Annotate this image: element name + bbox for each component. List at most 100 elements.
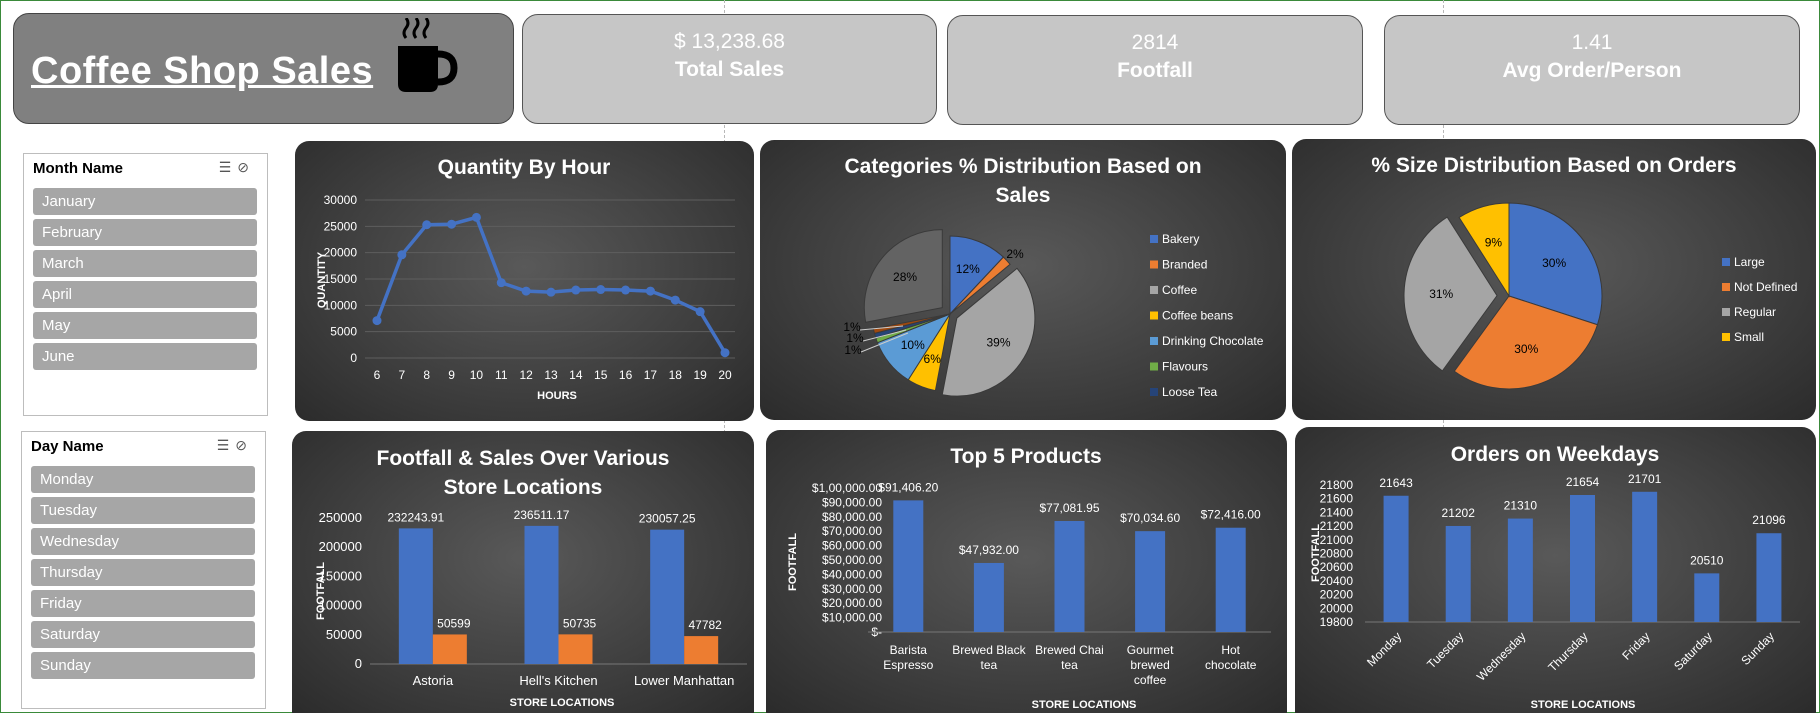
slicer-item-wednesday[interactable]: Wednesday [31,528,255,555]
x-tick-label: 12 [519,368,533,382]
data-point [422,220,432,230]
x-axis-label: STORE LOCATIONS [510,697,615,709]
month-slicer: Month Name ☰⊘ January February March Apr… [23,153,268,416]
x-tick-label: 10 [470,368,484,382]
data-label: 50735 [563,616,597,630]
clear-filter-icon[interactable]: ⊘ [235,437,253,453]
data-label: 2% [1006,247,1024,261]
y-tick-label: 20600 [1320,560,1354,574]
quantity-by-hour-chart: Quantity By Hour 0 5000 10000 15000 20000 2500… [295,141,754,421]
slicer-item-monday[interactable]: Monday [31,466,255,493]
series-line [375,215,727,354]
legend-swatch [1150,388,1158,396]
legend-swatch [1150,337,1158,345]
x-tick-label: 13 [544,368,558,382]
x-tick-label: Tuesday [1424,629,1466,671]
y-tick-label: $50,000.00 [822,553,882,567]
x-tick-label: Saturday [1671,629,1715,673]
y-axis-label: FOOTFALL [315,562,327,620]
y-tick-label: 20000 [1320,601,1354,615]
bar [973,562,1004,632]
slicer-item-friday[interactable]: Friday [31,590,255,617]
y-tick-label: 21600 [1320,492,1354,506]
data-label: 21701 [1628,472,1662,486]
weekday-orders-svg: Orders on Weekdays1980020000202002040020… [1310,443,1800,711]
page-title: Coffee Shop Sales [31,50,374,92]
y-tick-label: $70,000.00 [822,524,882,538]
x-tick-label: Brewed Black [952,643,1026,657]
slicer-item-saturday[interactable]: Saturday [31,621,255,648]
legend-label: Small [1734,330,1764,344]
store-locations-svg: Footfall & Sales Over Various Store Locat… [315,447,747,709]
data-label: 6% [924,352,942,366]
legend-swatch [1150,235,1158,243]
slicer-item-thursday[interactable]: Thursday [31,559,255,586]
x-tick-label: brewed [1130,658,1169,672]
y-tick-label: 19800 [1320,615,1354,629]
y-tick-label: $80,000.00 [822,510,882,524]
bar [1632,491,1658,622]
size-distribution-svg: % Size Distribution Based on Orders 30% 30… [1371,154,1797,390]
data-point [596,285,606,295]
data-label: $70,034.60 [1120,511,1180,525]
y-tick-label: 21200 [1320,519,1354,533]
kpi-value: 1.41 [1571,31,1613,54]
store-locations-chart: Footfall & Sales Over Various Store Locat… [292,431,754,713]
slicer-item-tuesday[interactable]: Tuesday [31,497,255,524]
chart-title: Quantity By Hour [438,156,611,179]
data-point [447,219,457,229]
multi-select-icon[interactable]: ☰ [217,437,236,453]
y-axis-label: FOOTFALL [1310,524,1322,582]
legend-label: Bakery [1162,232,1199,246]
bar [1507,518,1533,622]
legend-swatch [1722,258,1730,266]
y-tick-label: 20400 [1320,574,1354,588]
data-label: 10% [901,338,925,352]
y-tick-label: 200000 [319,539,362,554]
legend-swatch [1150,362,1158,371]
y-tick-label: 5000 [330,325,357,339]
legend-label: Regular [1734,305,1776,319]
y-tick-label: 0 [355,656,362,671]
kpi-label: Footfall [1117,59,1193,82]
y-axis-label: FOOTFALL [787,533,799,591]
slicer-item-may[interactable]: May [33,312,257,339]
y-tick-label: $30,000.00 [822,582,882,596]
size-distribution-chart: % Size Distribution Based on Orders 30% 30… [1292,139,1816,420]
quantity-by-hour-svg: Quantity By Hour 0 5000 10000 15000 20000 2500… [316,156,735,402]
legend-label: Coffee [1162,283,1197,297]
y-tick-label: 250000 [319,510,362,525]
kpi-value: 2814 [1131,31,1179,54]
slicer-item-march[interactable]: March [33,250,257,277]
title-card: Coffee Shop Sales [13,13,514,124]
slicer-item-sunday[interactable]: Sunday [31,652,255,679]
data-point [546,287,556,297]
x-tick-label: 6 [374,368,381,382]
x-tick-label: Astoria [413,673,454,688]
chart-title: Orders on Weekdays [1451,443,1660,466]
x-tick-label: 14 [569,368,583,382]
y-tick-label: 20000 [324,246,358,260]
chart-title: Store Locations [444,476,603,499]
bar [1756,533,1782,622]
x-tick-label: tea [1061,658,1078,672]
slicer-item-june[interactable]: June [33,343,257,370]
bar [1054,521,1085,632]
slicer-item-february[interactable]: February [33,219,257,246]
bar [893,500,924,632]
data-point [397,250,407,260]
y-tick-label: 25000 [324,219,358,233]
y-tick-label: $20,000.00 [822,596,882,610]
x-tick-label: Hell's Kitchen [519,673,597,688]
slicer-item-january[interactable]: January [33,188,257,215]
x-axis-label: STORE LOCATIONS [1032,699,1137,711]
kpi-avg-order: 1.41 Avg Order/Person [1384,15,1800,125]
multi-select-icon[interactable]: ☰ [219,159,238,175]
y-tick-label: 0 [350,351,357,365]
slicer-item-april[interactable]: April [33,281,257,308]
x-tick-label: Espresso [883,658,933,672]
data-point [571,285,581,295]
clear-filter-icon[interactable]: ⊘ [237,159,255,175]
bar [1383,495,1409,622]
categories-distribution-svg: Categories % Distribution Based on Sales 1… [843,155,1263,399]
